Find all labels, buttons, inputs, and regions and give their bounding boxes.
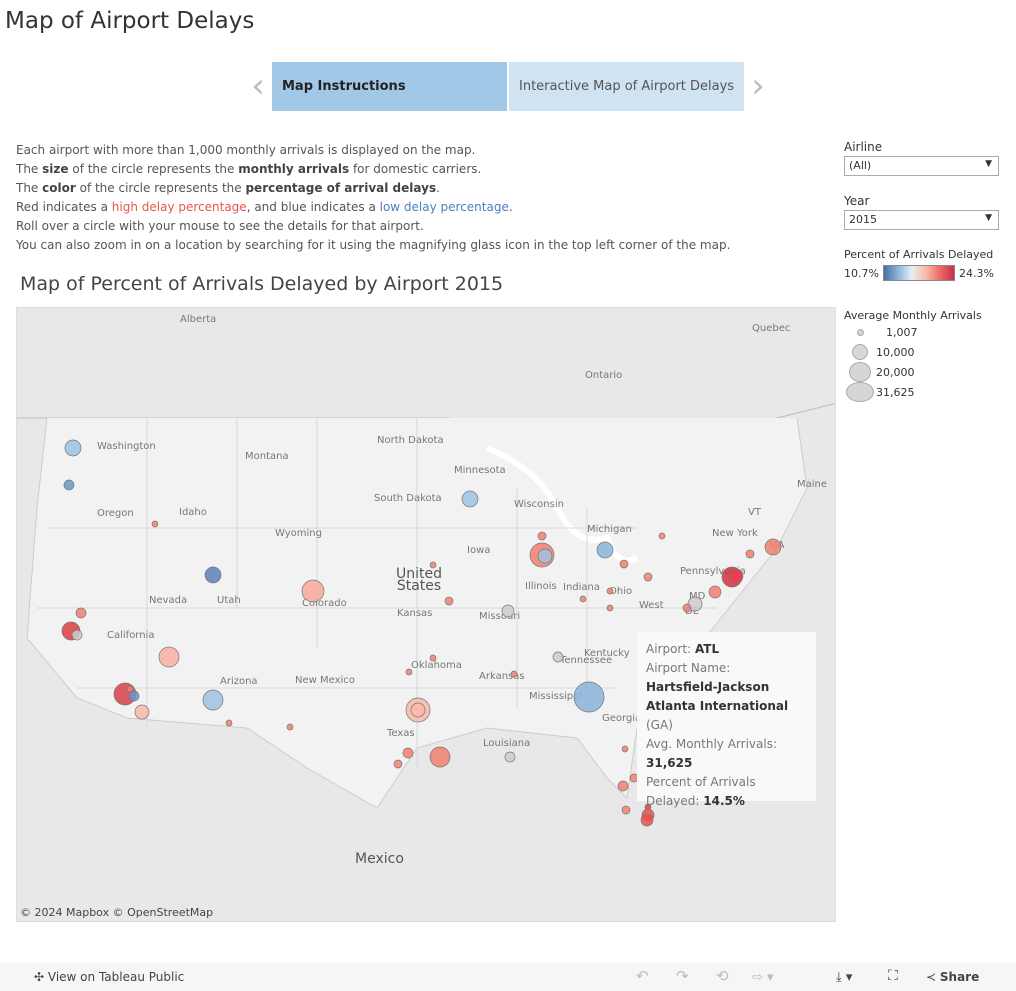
undo-icon[interactable]: ↶ [636, 967, 649, 985]
airport-circle[interactable] [606, 587, 614, 595]
size-legend-title: Average Monthly Arrivals [844, 309, 982, 322]
airport-circle[interactable] [402, 747, 414, 759]
airport-circle[interactable] [621, 745, 629, 753]
airport-circle[interactable] [461, 490, 479, 508]
page-title: Map of Airport Delays [5, 8, 255, 34]
color-gradient [882, 265, 955, 281]
airport-circle[interactable] [640, 813, 654, 827]
instruction-line: Roll over a circle with your mouse to se… [16, 219, 424, 233]
airport-circle[interactable] [728, 568, 744, 584]
airport-circle[interactable] [537, 531, 547, 541]
airport-circle[interactable] [621, 805, 631, 815]
tableau-icon: ✣ [34, 970, 45, 984]
airport-circle[interactable] [643, 572, 653, 582]
filters-panel: Airline (All) ▼ Year 2015 ▼ Percent of Arr… [844, 140, 1004, 402]
dropdown-icon: ▼ [985, 159, 992, 169]
instruction-line: You can also zoom in on a location by se… [16, 238, 731, 252]
download-icon[interactable]: ⤓ ▾ [836, 970, 852, 985]
airport-circle[interactable] [202, 689, 224, 711]
airport-circle[interactable] [429, 746, 451, 768]
share-button[interactable]: ≺ Share [926, 970, 979, 984]
size-legend-item: 31,625 [844, 382, 1004, 402]
airport-circle[interactable] [606, 604, 614, 612]
prev-arrow-icon[interactable]: ‹ [244, 62, 272, 111]
airport-circle[interactable] [128, 690, 140, 702]
airport-circle[interactable] [658, 532, 666, 540]
fullscreen-icon[interactable]: ⛶ [888, 968, 898, 984]
airport-circle[interactable] [573, 681, 605, 713]
airport-circle[interactable] [63, 479, 75, 491]
revert-icon[interactable]: ⟲ [716, 967, 729, 985]
color-legend: 10.7% 24.3% [844, 265, 994, 281]
airport-circle[interactable] [444, 596, 454, 606]
instruction-line: Red indicates a high delay percentage, a… [16, 200, 513, 214]
airport-circle[interactable] [510, 670, 518, 678]
airport-circle[interactable] [619, 559, 629, 569]
airport-circle[interactable] [764, 538, 782, 556]
airport-circle[interactable] [405, 668, 413, 676]
airport-circle[interactable] [501, 604, 515, 618]
airport-circle[interactable] [126, 685, 134, 693]
airport-circle[interactable] [75, 607, 87, 619]
airport-circle[interactable] [429, 561, 437, 569]
airport-circle[interactable] [682, 603, 692, 613]
refresh-icon[interactable]: ⇨ ▾ [752, 970, 774, 985]
airport-circle[interactable] [579, 595, 587, 603]
airport-circle[interactable] [552, 651, 564, 663]
year-label: Year [844, 194, 870, 208]
airport-circle[interactable] [393, 759, 403, 769]
airport-circle[interactable] [204, 566, 222, 584]
airport-circle[interactable] [745, 549, 755, 559]
map-title: Map of Percent of Arrivals Delayed by Ai… [20, 273, 504, 295]
airport-circle[interactable] [225, 719, 233, 727]
airport-circle[interactable] [410, 702, 426, 718]
instruction-line: Each airport with more than 1,000 monthl… [16, 143, 476, 157]
tab-interactive-map[interactable]: Interactive Map of Airport Delays [509, 62, 744, 111]
size-legend-item: 20,000 [844, 362, 1004, 382]
next-arrow-icon[interactable]: › [744, 62, 772, 111]
view-on-tableau-button[interactable]: ✣ View on Tableau Public [34, 970, 184, 984]
airline-label: Airline [844, 140, 883, 154]
airport-circles [61, 439, 782, 827]
tab-map-instructions[interactable]: Map Instructions [272, 62, 507, 111]
map-copyright[interactable]: © 2024 Mapbox © OpenStreetMap [20, 906, 213, 919]
airport-circle[interactable] [596, 541, 614, 559]
airport-circle[interactable] [71, 629, 83, 641]
airport-circle[interactable] [286, 723, 294, 731]
airline-select[interactable]: (All) ▼ [844, 156, 999, 176]
dropdown-icon: ▼ [985, 213, 992, 223]
size-legend-item: 10,000 [844, 342, 1004, 362]
airport-circle[interactable] [151, 520, 159, 528]
airport-circle[interactable] [134, 704, 150, 720]
color-legend-title: Percent of Arrivals Delayed [844, 248, 994, 261]
year-select[interactable]: 2015 ▼ [844, 210, 999, 230]
airport-circle[interactable] [429, 654, 437, 662]
airport-circle[interactable] [301, 579, 325, 603]
airport-circle[interactable] [537, 548, 553, 564]
instruction-line: The size of the circle represents the mo… [16, 162, 482, 176]
airport-circle[interactable] [617, 780, 629, 792]
airport-map[interactable]: Alberta Quebec Ontario Washington Montana Nor… [16, 307, 836, 922]
airport-circle[interactable] [158, 646, 180, 668]
airport-circle[interactable] [708, 585, 722, 599]
instruction-line: The color of the circle represents the p… [16, 181, 440, 195]
airport-circle[interactable] [504, 751, 516, 763]
story-navigator: ‹ Map Instructions Interactive Map of Ai… [244, 62, 772, 111]
share-icon: ≺ [926, 970, 937, 984]
airport-tooltip: Airport: ATL Airport Name: Hartsfield-Ja… [637, 632, 816, 808]
tableau-toolbar: ✣ View on Tableau Public ↶ ↷ ⟲ ⇨ ▾ ⤓ ▾ ⛶… [0, 963, 1016, 991]
instructions-text: Each airport with more than 1,000 monthl… [16, 141, 730, 255]
redo-icon[interactable]: ↷ [676, 967, 689, 985]
airport-circle[interactable] [64, 439, 82, 457]
size-legend-item: 1,007 [844, 322, 1004, 342]
